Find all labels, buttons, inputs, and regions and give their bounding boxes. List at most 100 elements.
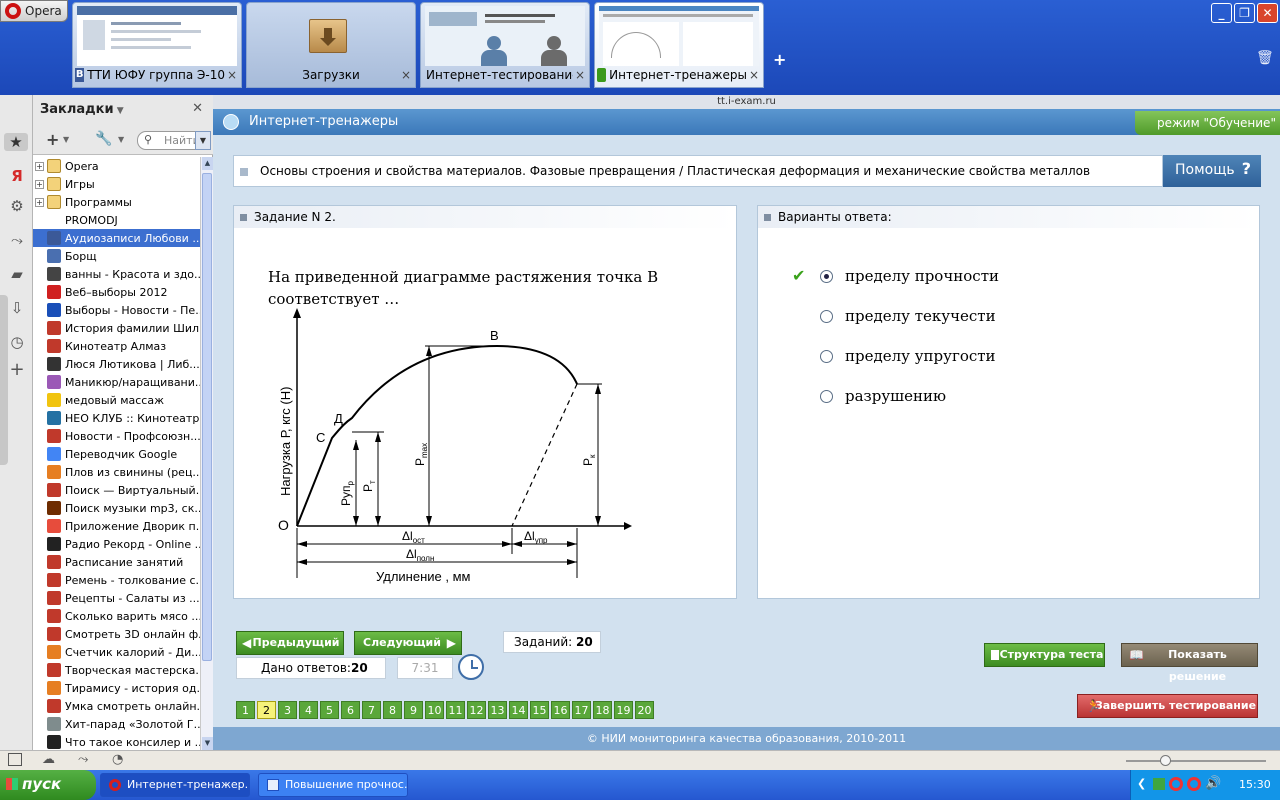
answer-option-1[interactable]: пределу прочности [820,266,999,286]
maximize-window-button[interactable]: ❐ [1234,3,1255,23]
panel-toggle-icon[interactable] [8,753,22,766]
unite-status-icon[interactable]: ⤳ [78,752,88,767]
previous-button[interactable]: ◀ Предыдущий [236,631,344,655]
bookmark-item[interactable]: Новости - Профсоюзн... [33,427,200,445]
page-10-button[interactable]: 10 [425,701,444,719]
page-11-button[interactable]: 11 [446,701,465,719]
unite-icon[interactable]: ⤳ [8,231,26,249]
page-13-button[interactable]: 13 [488,701,507,719]
bookmark-item[interactable]: Приложение Дворик п... [33,517,200,535]
taskbar-item-word[interactable]: Повышение прочнос... [258,773,408,797]
page-15-button[interactable]: 15 [530,701,549,719]
page-14-button[interactable]: 14 [509,701,528,719]
trash-icon[interactable]: 🗑 [1256,50,1274,66]
zoom-slider-thumb[interactable] [1160,755,1171,766]
page-2-button[interactable]: 2 [257,701,276,719]
answer-radio[interactable] [820,309,833,323]
bookmark-item[interactable]: ванны - Красота и здо... [33,265,200,283]
help-button[interactable]: Помощь ? [1163,155,1261,187]
next-button[interactable]: Следующий ▶ [354,631,462,655]
scroll-thumb[interactable] [202,173,212,661]
bookmark-item[interactable]: Аудиозаписи Любови ... [33,229,200,247]
bookmark-item[interactable]: Веб–выборы 2012 [33,283,200,301]
page-5-button[interactable]: 5 [320,701,339,719]
tab-tti-group[interactable]: В ТТИ ЮФУ группа Э-10 × [72,2,242,88]
bookmarks-title[interactable]: Закладки [40,102,114,117]
bookmark-item[interactable]: Радио Рекорд - Online ... [33,535,200,553]
page-7-button[interactable]: 7 [362,701,381,719]
page-3-button[interactable]: 3 [278,701,297,719]
tools-dropdown-icon[interactable]: ▼ [118,135,124,144]
scroll-up-icon[interactable]: ▲ [202,157,213,170]
answer-radio[interactable] [820,349,833,363]
bookmark-item[interactable]: Переводчик Google [33,445,200,463]
tab-close-icon[interactable]: × [401,68,411,82]
tray-expand-icon[interactable]: ❮ [1137,777,1146,790]
finish-test-button[interactable]: 🏃 Завершить тестирование [1077,694,1258,718]
show-solution-button[interactable]: 📖 Показать решение [1121,643,1258,683]
url-bar[interactable]: tt.i-exam.ru [213,95,1280,109]
opera-menu-button[interactable]: Opera [0,0,68,22]
test-structure-button[interactable]: Структура теста [984,643,1105,667]
page-19-button[interactable]: 19 [614,701,633,719]
tab-close-icon[interactable]: × [575,68,585,82]
notes-icon[interactable]: ▰ [8,265,26,283]
answer-radio[interactable] [820,389,833,403]
close-window-button[interactable]: ✕ [1257,3,1278,23]
bookmark-item[interactable]: + Программы [33,193,200,211]
wrench-icon[interactable]: 🔧 [95,131,112,147]
answer-option-2[interactable]: пределу текучести [820,306,996,326]
bookmark-item[interactable]: Смотреть 3D онлайн ф... [33,625,200,643]
page-12-button[interactable]: 12 [467,701,486,719]
opera-tray-icon[interactable] [1169,777,1183,791]
tab-close-icon[interactable]: × [227,68,237,82]
bookmark-item[interactable]: медовый массаж [33,391,200,409]
answer-radio[interactable] [820,269,833,283]
page-17-button[interactable]: 17 [572,701,591,719]
zoom-slider[interactable] [1126,755,1266,766]
bookmark-item[interactable]: Тирамису - история од... [33,679,200,697]
bookmark-item[interactable]: Хит-парад «Золотой Г... [33,715,200,733]
bookmark-item[interactable]: Выборы - Новости - Пе... [33,301,200,319]
yandex-panel-icon[interactable]: Я [8,167,26,185]
antivirus-tray-icon[interactable] [1187,777,1201,791]
expand-folder-icon[interactable]: + [35,197,44,207]
search-dropdown-icon[interactable]: ▼ [195,131,211,150]
new-tab-button[interactable]: + [773,50,786,69]
page-4-button[interactable]: 4 [299,701,318,719]
bookmark-item[interactable]: Поиск — Виртуальный... [33,481,200,499]
page-1-button[interactable]: 1 [236,701,255,719]
bookmark-item[interactable]: Маникюр/наращивани... [33,373,200,391]
page-20-button[interactable]: 20 [635,701,654,719]
bookmark-item[interactable]: Люся Лютикова | Либ... [33,355,200,373]
tab-internet-testing[interactable]: Интернет-тестирование × [420,2,590,88]
bookmarks-scrollbar[interactable]: ▲ ▼ [200,157,213,750]
bookmark-item[interactable]: Творческая мастерска... [33,661,200,679]
widgets-gear-icon[interactable]: ⚙ [8,197,26,215]
bookmark-item[interactable]: Поиск музыки mp3, ск... [33,499,200,517]
downloads-panel-icon[interactable]: ⇩ [8,299,26,317]
speed-dial-icon[interactable]: ◔ [112,752,123,767]
bookmark-item[interactable]: Сколько варить мясо ... [33,607,200,625]
page-6-button[interactable]: 6 [341,701,360,719]
turbo-cloud-icon[interactable]: ☁ [42,752,55,767]
tab-close-icon[interactable]: × [749,68,759,82]
bookmark-item[interactable]: История фамилии Шил... [33,319,200,337]
bookmark-item[interactable]: + Opera [33,157,200,175]
expand-folder-icon[interactable]: + [35,161,44,171]
tab-internet-trainers[interactable]: Интернет-тренажеры × [594,2,764,88]
history-clock-icon[interactable]: ◷ [8,333,26,351]
minimize-window-button[interactable]: _ [1211,3,1232,23]
bookmark-item[interactable]: Расписание занятий [33,553,200,571]
bookmark-item[interactable]: Ремень - толкование с... [33,571,200,589]
bookmark-item[interactable]: Что такое консилер и ... [33,733,200,750]
page-9-button[interactable]: 9 [404,701,423,719]
network-signal-icon[interactable] [1153,778,1165,790]
bookmark-item[interactable]: + Игры [33,175,200,193]
answer-option-3[interactable]: пределу упругости [820,346,996,366]
tab-downloads[interactable]: Загрузки × [246,2,416,88]
bookmark-item[interactable]: Рецепты - Салаты из ... [33,589,200,607]
bookmark-search-input[interactable]: ⚲ Найти ▼ [137,131,211,150]
bookmark-item[interactable]: Умка смотреть онлайн... [33,697,200,715]
answer-option-4[interactable]: разрушению [820,386,946,406]
